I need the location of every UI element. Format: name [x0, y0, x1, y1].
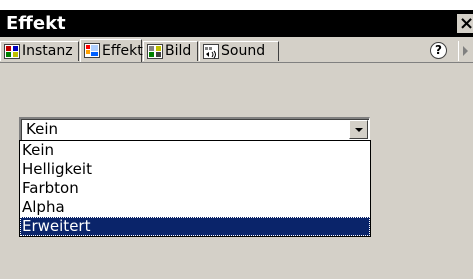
tab-sound-label: Sound [221, 43, 266, 59]
dropdown-option-helligkeit[interactable]: Helligkeit [20, 160, 370, 179]
sound-icon [203, 44, 219, 59]
tab-sound[interactable]: Sound [199, 41, 279, 61]
close-button[interactable]: × [457, 14, 473, 33]
effect-select[interactable]: Kein [19, 117, 370, 141]
panel-title: Effekt [6, 13, 66, 34]
tab-bild[interactable]: Bild [143, 41, 198, 61]
scroll-right-arrow-icon[interactable] [458, 41, 473, 61]
tab-effekt[interactable]: Effekt [80, 39, 143, 62]
tab-effekt-label: Effekt [102, 43, 143, 59]
dropdown-option-alpha[interactable]: Alpha [20, 198, 370, 217]
dropdown-option-kein[interactable]: Kein [20, 141, 370, 160]
effect-dropdown-list: Kein Helligkeit Farbton Alpha Erweitert [19, 140, 371, 237]
effect-select-value: Kein [26, 120, 58, 138]
dropdown-option-erweitert[interactable]: Erweitert [20, 217, 370, 236]
dropdown-arrow-button[interactable] [349, 120, 368, 139]
chevron-down-icon [355, 128, 363, 132]
effect-icon [84, 43, 100, 58]
help-button[interactable]: ? [430, 42, 447, 59]
tab-bild-label: Bild [165, 43, 192, 59]
tab-bar: Instanz Effekt Bild Sound ? [0, 37, 473, 63]
dropdown-option-farbton[interactable]: Farbton [20, 179, 370, 198]
tab-instanz[interactable]: Instanz [0, 41, 79, 61]
frame-icon [147, 44, 163, 59]
instance-icon [4, 44, 20, 59]
title-bar[interactable]: Effekt × [0, 10, 473, 37]
properties-panel: Effekt × Instanz Effekt Bild Sound ? Kei… [0, 10, 473, 279]
tab-instanz-label: Instanz [22, 43, 73, 59]
